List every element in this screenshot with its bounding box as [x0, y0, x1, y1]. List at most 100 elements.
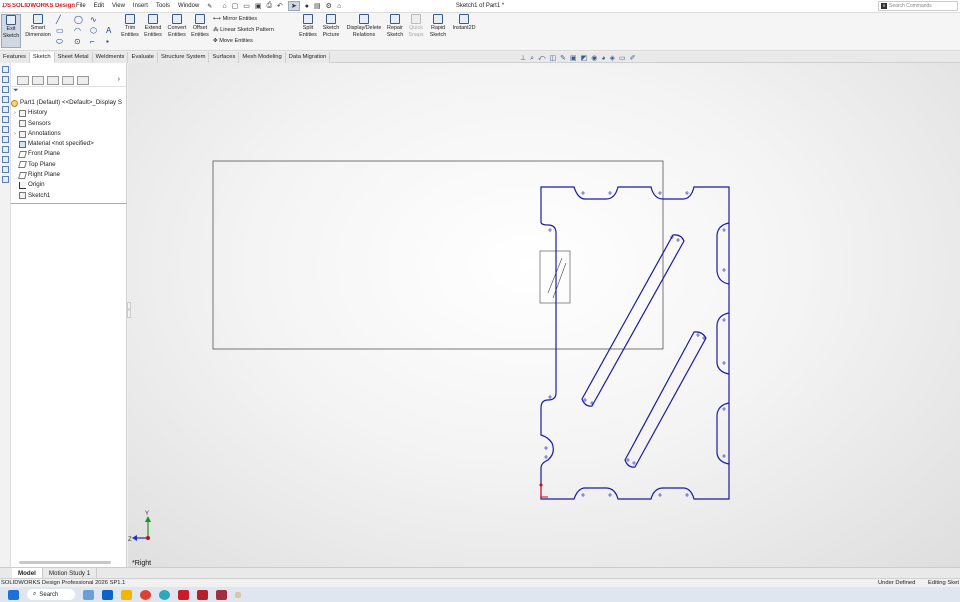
- feature-manager-tab-icon[interactable]: [17, 76, 29, 85]
- new-icon[interactable]: ▢: [232, 2, 239, 10]
- tree-item-origin[interactable]: Origin: [11, 180, 126, 190]
- trim-entities-button[interactable]: Trim Entities: [120, 14, 140, 38]
- rail-tool-7-icon[interactable]: [2, 126, 9, 133]
- tab-motion-study[interactable]: Motion Study 1: [43, 568, 98, 578]
- sketch-tools-icon[interactable]: ✐: [630, 54, 636, 63]
- tab-sheet-metal[interactable]: Sheet Metal: [54, 52, 93, 63]
- view-settings-icon[interactable]: ▭: [619, 54, 626, 63]
- point-icon[interactable]: ⊙: [74, 37, 81, 46]
- quick-snaps-button[interactable]: Quick Snaps: [407, 14, 425, 38]
- offset-entities-button[interactable]: Offset Entities: [190, 14, 210, 38]
- undo-icon[interactable]: ↶: [277, 2, 283, 10]
- home-tab-icon[interactable]: ⌂: [337, 3, 341, 10]
- panel-splitter[interactable]: [11, 203, 127, 204]
- rapid-sketch-button[interactable]: Rapid Sketch: [428, 14, 448, 38]
- outlook-icon[interactable]: [102, 589, 113, 600]
- rail-tool-9-icon[interactable]: [2, 146, 9, 153]
- options-icon[interactable]: ⚙: [326, 2, 332, 10]
- menu-tools[interactable]: Tools: [156, 3, 170, 10]
- dynamic-annotation-icon[interactable]: ✎: [560, 54, 566, 63]
- split-entities-button[interactable]: Split Entities: [298, 14, 318, 38]
- repair-sketch-button[interactable]: Repair Sketch: [385, 14, 405, 38]
- tree-item-top-plane[interactable]: Top Plane: [11, 160, 126, 170]
- pin-icon[interactable]: ✎: [207, 3, 212, 10]
- filter-icon[interactable]: ⏷: [11, 87, 126, 98]
- rail-tool-4-icon[interactable]: [2, 96, 9, 103]
- rebuild-icon[interactable]: ●: [305, 3, 309, 10]
- display-delete-relations-button[interactable]: Display/Delete Relations: [344, 14, 384, 38]
- windows-start-icon[interactable]: [8, 589, 19, 600]
- exit-sketch-button[interactable]: Exit Sketch: [1, 14, 21, 48]
- mirror-entities-button[interactable]: ⟷ Mirror Entities: [213, 14, 274, 25]
- scenes-icon[interactable]: ◈: [610, 54, 615, 63]
- expand-icon[interactable]: ›: [11, 108, 19, 118]
- tree-item-history[interactable]: › History: [11, 108, 126, 118]
- arc-icon[interactable]: ◠: [74, 26, 81, 35]
- sketch-picture-boundary[interactable]: [212, 160, 664, 350]
- file-explorer-icon[interactable]: [121, 589, 132, 600]
- acrobat-icon[interactable]: [178, 589, 189, 600]
- rail-tool-12-icon[interactable]: [2, 176, 9, 183]
- rail-tool-3-icon[interactable]: [2, 86, 9, 93]
- tab-structure-system[interactable]: Structure System: [158, 52, 210, 63]
- edge-icon[interactable]: [159, 589, 170, 600]
- tab-model[interactable]: Model: [12, 568, 43, 578]
- dimxpert-manager-tab-icon[interactable]: [62, 76, 74, 85]
- display-manager-tab-icon[interactable]: [77, 76, 89, 85]
- line-icon[interactable]: ╱: [56, 15, 61, 24]
- tree-item-part[interactable]: Part1 (Default) <<Default>_Display S: [11, 98, 126, 108]
- solidworks-launcher-icon[interactable]: [216, 589, 227, 600]
- spline-icon[interactable]: ∿: [90, 15, 97, 24]
- previous-view-icon[interactable]: ⤺: [538, 54, 545, 63]
- home-icon[interactable]: ⌂: [222, 3, 226, 10]
- convert-entities-button[interactable]: Convert Entities: [166, 14, 188, 38]
- display-style-icon[interactable]: ◩: [581, 54, 588, 63]
- fillet-icon[interactable]: ⌐: [90, 37, 95, 46]
- chevron-right-icon[interactable]: ›: [118, 76, 120, 85]
- polygon-icon[interactable]: ⬡: [90, 26, 97, 35]
- rail-tool-10-icon[interactable]: [2, 156, 9, 163]
- view-orientation-icon[interactable]: ▣: [570, 54, 577, 63]
- task-view-icon[interactable]: [83, 589, 94, 600]
- tab-mesh-modeling[interactable]: Mesh Modeling: [239, 52, 286, 63]
- menu-insert[interactable]: Insert: [133, 3, 148, 10]
- menu-view[interactable]: View: [112, 3, 125, 10]
- rail-tool-8-icon[interactable]: [2, 136, 9, 143]
- sketch-canvas[interactable]: Y Z: [128, 63, 960, 567]
- menu-edit[interactable]: Edit: [94, 3, 104, 10]
- panel-collapse-handle[interactable]: ‹: [127, 302, 131, 318]
- tab-weldments[interactable]: Weldments: [92, 52, 129, 63]
- select-icon[interactable]: ➤: [287, 1, 300, 11]
- property-manager-tab-icon[interactable]: [32, 76, 44, 85]
- hide-show-icon[interactable]: ◉: [591, 54, 597, 63]
- tab-sketch[interactable]: Sketch: [29, 52, 55, 63]
- tab-data-migration[interactable]: Data Migration: [285, 52, 331, 63]
- sketch-right-notches[interactable]: [716, 222, 730, 465]
- rail-tool-11-icon[interactable]: [2, 166, 9, 173]
- solidworks-icon[interactable]: [197, 589, 208, 600]
- tree-item-front-plane[interactable]: Front Plane: [11, 149, 126, 159]
- zoom-to-fit-icon[interactable]: ⊥: [520, 54, 526, 63]
- tree-item-material[interactable]: Material <not specified>: [11, 139, 126, 149]
- configuration-manager-tab-icon[interactable]: [47, 76, 59, 85]
- instant2d-button[interactable]: Instant2D: [451, 14, 477, 32]
- save-icon[interactable]: ▣: [255, 2, 262, 10]
- section-view-icon[interactable]: ◫: [550, 54, 557, 63]
- move-entities-button[interactable]: ✥ Move Entities: [213, 36, 274, 47]
- misc-app-icon[interactable]: [235, 591, 241, 598]
- smart-dimension-button[interactable]: Smart Dimension: [23, 14, 53, 38]
- print-icon[interactable]: ⎙: [266, 2, 272, 10]
- text-icon[interactable]: A: [106, 26, 111, 35]
- linear-sketch-pattern-button[interactable]: ⁂ Linear Sketch Pattern: [213, 25, 274, 36]
- chrome-icon[interactable]: [140, 589, 151, 600]
- menu-window[interactable]: Window: [178, 3, 199, 10]
- sketch-picture-button[interactable]: Sketch Picture: [320, 14, 342, 38]
- rail-tool-1-icon[interactable]: [2, 66, 9, 73]
- plane-icon[interactable]: ▪: [106, 37, 109, 46]
- tree-item-sensors[interactable]: Sensors: [11, 119, 126, 129]
- sketch-outline[interactable]: [540, 186, 730, 500]
- tree-item-right-plane[interactable]: Right Plane: [11, 170, 126, 180]
- sketch-picture-thumbnail[interactable]: [539, 250, 571, 304]
- tree-item-sketch1[interactable]: Sketch1: [11, 191, 126, 201]
- horizontal-scrollbar[interactable]: [19, 561, 111, 564]
